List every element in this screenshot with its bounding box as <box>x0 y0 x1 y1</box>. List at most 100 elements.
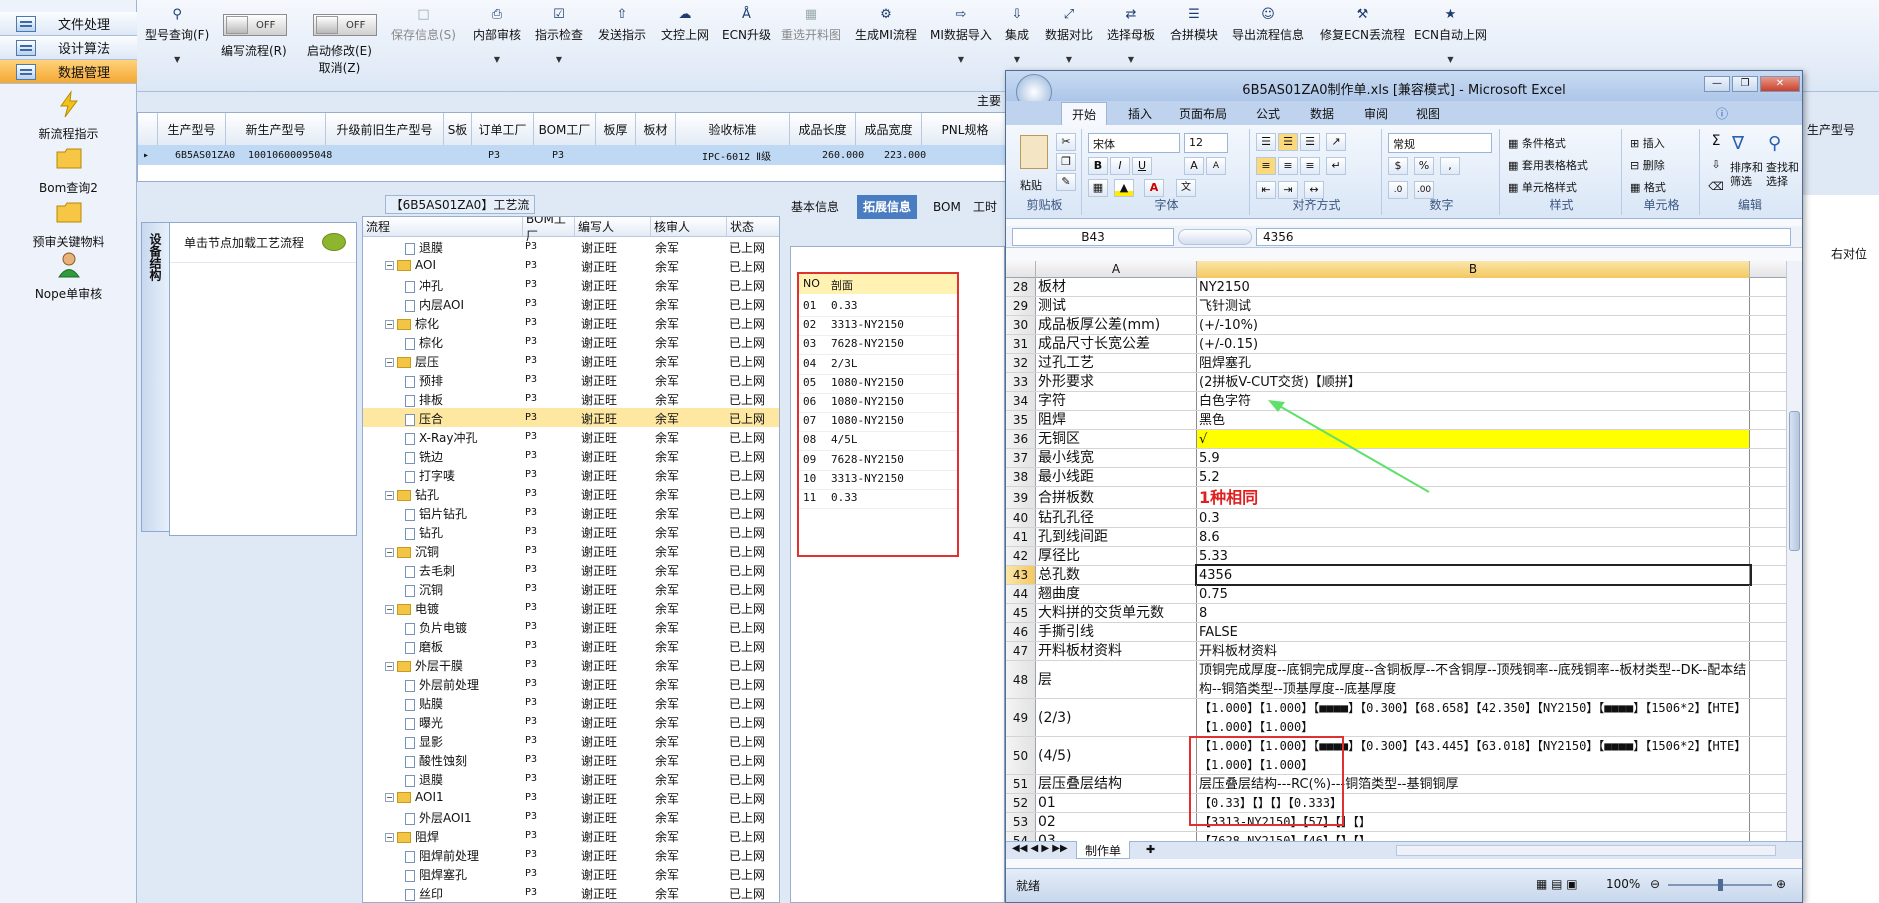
vertical-scrollbar[interactable] <box>1786 261 1802 841</box>
row-number[interactable]: 31 <box>1006 335 1036 353</box>
row-number[interactable]: 30 <box>1006 316 1036 334</box>
tree-row[interactable]: 去毛刺 P3 谢正旺 余军 已上网 <box>363 560 779 579</box>
cell-a[interactable]: 过孔工艺 <box>1036 354 1197 372</box>
grid-header[interactable]: BOM工厂 <box>534 113 596 145</box>
cell-a[interactable]: 阻焊 <box>1036 411 1197 429</box>
right-tab-main[interactable]: 主要 <box>977 92 1001 109</box>
cell-b[interactable]: 8.6 <box>1197 528 1750 546</box>
align-middle-icon[interactable]: ☰ <box>1278 133 1298 151</box>
cell-a[interactable]: 板材 <box>1036 278 1197 296</box>
clear-icon[interactable]: ⌫ <box>1706 179 1726 197</box>
tree-row[interactable]: 退膜 P3 谢正旺 余军 已上网 <box>363 769 779 788</box>
nav-file-processing[interactable]: 文件处理 <box>0 12 137 36</box>
worksheet[interactable]: A B 28 板材 NY2150 29 测试 飞针测试 30 成品板厚公差(mm) (+/-10… <box>1006 261 1786 841</box>
cell-b[interactable]: 5.33 <box>1197 547 1750 565</box>
sheet-row[interactable]: 44 翘曲度 0.75 <box>1006 585 1786 604</box>
cell-styles-button[interactable]: ▦ 单元格样式 <box>1508 179 1577 195</box>
sheet-row[interactable]: 30 成品板厚公差(mm) (+/-10%) <box>1006 316 1786 335</box>
tool-nope-review[interactable]: Nope单审核 <box>0 250 137 302</box>
tree-row[interactable]: 打字唛 P3 谢正旺 余军 已上网 <box>363 465 779 484</box>
sheet-row[interactable]: 45 大料拼的交货单元数 8 <box>1006 604 1786 623</box>
row-number[interactable]: 46 <box>1006 623 1036 641</box>
tree-row[interactable]: 外层前处理 P3 谢正旺 余军 已上网 <box>363 674 779 693</box>
row-number[interactable]: 43 <box>1006 566 1036 584</box>
table-row[interactable]: ▸ 6B5AS01ZA0 10010600095048 P3 P3 IPC-60… <box>138 145 1008 165</box>
doc-online-button[interactable]: ☁ 文控上网 <box>661 8 709 43</box>
collapse-icon[interactable]: − <box>385 833 394 842</box>
cell-b[interactable]: 飞针测试 <box>1197 297 1750 315</box>
grid-header[interactable]: 验收标准 <box>676 113 790 145</box>
align-bottom-icon[interactable]: ☰ <box>1300 133 1320 151</box>
grid-header[interactable]: 成品宽度 <box>856 113 922 145</box>
sheet-row[interactable]: 42 厚径比 5.33 <box>1006 547 1786 566</box>
row-number[interactable]: 50 <box>1006 737 1036 774</box>
write-process-toggle[interactable]: OFF <box>223 14 287 36</box>
grow-font-icon[interactable]: A <box>1184 157 1204 175</box>
formula-buttons[interactable] <box>1178 229 1252 245</box>
font-name-select[interactable]: 宋体 <box>1088 133 1180 153</box>
cell-a[interactable]: 03 <box>1036 832 1197 841</box>
select-motherboard-button[interactable]: ⇄ 选择母板 ▼ <box>1107 8 1155 65</box>
sheet-row[interactable]: 40 钻孔孔径 0.3 <box>1006 509 1786 528</box>
cell-a[interactable]: 02 <box>1036 813 1197 831</box>
tree-header[interactable]: 核审人 <box>651 217 727 237</box>
list-item[interactable]: 11 0.33 <box>799 486 957 509</box>
row-number[interactable]: 54 <box>1006 832 1036 841</box>
sheet-row[interactable]: 48 层顶铜完成厚度--底铜完成厚度--含铜板厚--不含铜厚--顶残铜率--底残铜… <box>1006 661 1786 699</box>
grid-header[interactable]: 成品长度 <box>790 113 856 145</box>
column-header-b[interactable]: B <box>1197 261 1750 278</box>
align-right-icon[interactable]: ≡ <box>1300 157 1320 175</box>
row-number[interactable]: 45 <box>1006 604 1036 622</box>
cell-a[interactable]: 厚径比 <box>1036 547 1197 565</box>
model-query-button[interactable]: ⚲ 型号查询(F) ▼ <box>145 8 209 65</box>
cell-b[interactable]: 阻焊塞孔 <box>1197 354 1750 372</box>
tab-bom[interactable]: BOM <box>927 195 967 219</box>
cell-a[interactable]: 手撕引线 <box>1036 623 1197 641</box>
grid-header[interactable]: 板材 <box>636 113 676 145</box>
start-modify-toggle[interactable]: OFF <box>313 14 377 36</box>
cell-b[interactable]: 白色字符 <box>1197 392 1750 410</box>
tree-row[interactable]: 沉铜 P3 谢正旺 余军 已上网 <box>363 579 779 598</box>
tree-row[interactable]: 曝光 P3 谢正旺 余军 已上网 <box>363 712 779 731</box>
row-number[interactable]: 52 <box>1006 794 1036 812</box>
comma-icon[interactable]: , <box>1440 157 1460 175</box>
tree-row[interactable]: − 阻焊 P3 谢正旺 余军 已上网 <box>363 826 779 845</box>
number-format-select[interactable]: 常规 <box>1388 133 1492 153</box>
cell-b[interactable]: NY2150 <box>1197 278 1750 296</box>
align-center-icon[interactable]: ≡ <box>1278 157 1298 175</box>
send-instruction-button[interactable]: ⇧ 发送指示 <box>598 8 646 43</box>
insert-cells-button[interactable]: ⊞ 插入 <box>1630 135 1665 151</box>
align-left-icon[interactable]: ≡ <box>1256 157 1276 175</box>
row-number[interactable]: 34 <box>1006 392 1036 410</box>
cell-b[interactable]: 1种相同 <box>1197 487 1750 508</box>
cut-icon[interactable]: ✂ <box>1056 133 1076 151</box>
row-number[interactable]: 37 <box>1006 449 1036 467</box>
cell-b[interactable]: 8 <box>1197 604 1750 622</box>
sort-filter-button[interactable]: 排序和筛选 <box>1730 161 1766 189</box>
tree-row[interactable]: 压合 P3 谢正旺 余军 已上网 <box>363 408 779 427</box>
sheet-row[interactable]: 38 最小线距 5.2 <box>1006 468 1786 487</box>
cell-b[interactable]: FALSE <box>1197 623 1750 641</box>
tab-extended-info[interactable]: 拓展信息 <box>857 195 918 219</box>
cell-a[interactable]: (2/3) <box>1036 699 1197 736</box>
tab-formulas[interactable]: 公式 <box>1256 105 1280 122</box>
font-size-select[interactable]: 12 <box>1184 133 1228 153</box>
border-icon[interactable]: ▦ <box>1088 179 1108 197</box>
minimize-icon[interactable]: — <box>1704 76 1730 92</box>
save-info-button[interactable]: □ 保存信息(S) <box>391 8 456 43</box>
cell-b[interactable]: 【1.000】【1.000】【■■■■】【0.300】【68.658】【42.3… <box>1197 699 1750 736</box>
sheet-tab-active[interactable]: 制作单 <box>1076 841 1131 859</box>
paste-button[interactable]: 粘贴 <box>1020 177 1042 193</box>
sheet-row[interactable]: 35 阻焊 黑色 <box>1006 411 1786 430</box>
sheet-row[interactable]: 29 测试 飞针测试 <box>1006 297 1786 316</box>
cell-a[interactable]: 测试 <box>1036 297 1197 315</box>
tree-row[interactable]: 铣边 P3 谢正旺 余军 已上网 <box>363 446 779 465</box>
tree-row[interactable]: − AOI1 P3 谢正旺 余军 已上网 <box>363 788 779 807</box>
wrap-text-icon[interactable]: ↵ <box>1326 157 1346 175</box>
shrink-font-icon[interactable]: A <box>1206 157 1226 175</box>
cell-b[interactable]: 【7628-NY2150】【46】【】【】 <box>1197 832 1750 841</box>
conditional-format-button[interactable]: ▦ 条件格式 <box>1508 135 1566 151</box>
cell-b[interactable]: 5.9 <box>1197 449 1750 467</box>
percent-icon[interactable]: % <box>1414 157 1434 175</box>
tree-row[interactable]: 阻焊塞孔 P3 谢正旺 余军 已上网 <box>363 864 779 883</box>
